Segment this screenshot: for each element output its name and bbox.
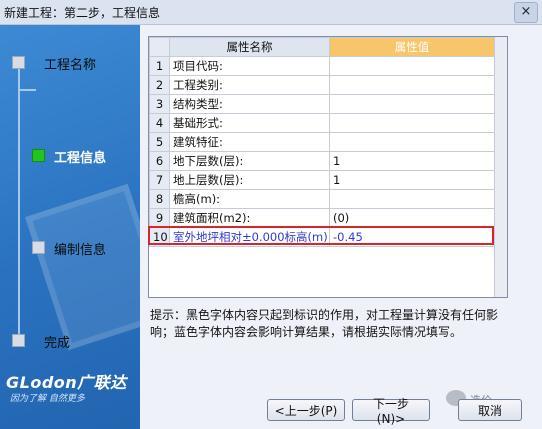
property-name-cell: 基础形式:	[169, 113, 330, 133]
window-title: 新建工程：第二步，工程信息	[4, 6, 161, 20]
step-marker-project-info	[32, 149, 45, 162]
property-name-cell: 地上层数(层):	[169, 170, 330, 190]
property-name-cell: 建筑面积(m2):	[169, 208, 330, 228]
table-row[interactable]: 3 结构类型:	[149, 94, 495, 114]
glodon-logo: GLodon广联达	[6, 373, 127, 392]
row-number: 3	[149, 94, 170, 114]
table-row[interactable]: 9 建筑面积(m2): (0)	[149, 208, 495, 228]
property-value-cell[interactable]	[329, 56, 495, 76]
next-step-button[interactable]: 下一步(N)>	[352, 397, 430, 426]
close-button[interactable]: ×	[514, 2, 538, 23]
step-finish: 完成	[44, 336, 71, 351]
property-value-cell[interactable]	[329, 132, 495, 152]
property-value-cell[interactable]: -0.45	[329, 227, 495, 247]
row-number: 5	[149, 132, 170, 152]
step-marker-project-name	[12, 56, 25, 69]
property-name-cell: 地下层数(层):	[169, 151, 330, 171]
row-number: 9	[149, 208, 170, 228]
property-name-cell: 结构类型:	[169, 94, 330, 114]
wizard-sidebar: 工程名称 工程信息 编制信息 完成 GLodon广联达 因为了解 自然更多	[0, 25, 140, 429]
property-value-cell[interactable]: (0)	[329, 208, 495, 228]
column-header-property-value[interactable]: 属性值	[329, 37, 495, 57]
step-marker-compile-info	[32, 241, 45, 254]
step-project-info: 工程信息	[54, 151, 107, 166]
property-name-cell: 项目代码:	[169, 56, 330, 76]
table-row-outdoor-elevation[interactable]: 10 室外地坪相对±0.000标高(m) -0.45	[149, 227, 495, 247]
property-value-cell[interactable]	[329, 94, 495, 114]
property-name-cell: 工程类别:	[169, 75, 330, 95]
logo-slogan: 因为了解 自然更多	[10, 394, 85, 404]
row-number: 2	[149, 75, 170, 95]
column-header-property-name[interactable]: 属性名称	[169, 37, 330, 57]
table-row[interactable]: 2 工程类别:	[149, 75, 495, 95]
step-compile-info: 编制信息	[54, 243, 107, 258]
property-name-cell: 建筑特征:	[169, 132, 330, 152]
property-value-cell[interactable]	[329, 189, 495, 209]
table-row[interactable]: 7 地上层数(层): 1	[149, 170, 495, 190]
step-marker-finish	[12, 334, 25, 347]
step-connector	[18, 63, 20, 343]
table-row[interactable]: 5 建筑特征:	[149, 132, 495, 152]
grid-corner-header	[149, 37, 170, 57]
property-value-cell[interactable]	[329, 113, 495, 133]
table-row[interactable]: 1 项目代码:	[149, 56, 495, 76]
row-number: 10	[149, 227, 170, 247]
prev-step-button[interactable]: <上一步(P)	[267, 399, 345, 421]
watermark-graphic	[25, 183, 140, 351]
table-row[interactable]: 6 地下层数(层): 1	[149, 151, 495, 171]
row-number: 8	[149, 189, 170, 209]
cancel-button[interactable]: 取消	[458, 399, 522, 421]
property-value-cell[interactable]: 1	[329, 151, 495, 171]
hint-text: 提示：黑色字体内容只起到标识的作用，对工程量计算没有任何影响；蓝色字体内容会影响…	[150, 308, 499, 339]
title-bar: 新建工程：第二步，工程信息 ×	[0, 0, 542, 25]
property-name-cell: 室外地坪相对±0.000标高(m)	[169, 227, 330, 247]
property-grid: 属性名称 属性值 1 项目代码: 2 工程类别: 3 结构类型: 4 基础形式: 5 建筑…	[148, 36, 508, 298]
table-row[interactable]: 4 基础形式:	[149, 113, 495, 133]
row-number: 6	[149, 151, 170, 171]
row-number: 1	[149, 56, 170, 76]
step-project-name: 工程名称	[44, 58, 97, 73]
table-row[interactable]: 8 檐高(m):	[149, 189, 495, 209]
row-number: 7	[149, 170, 170, 190]
property-value-cell[interactable]: 1	[329, 170, 495, 190]
step-connector-branch	[20, 89, 36, 91]
property-name-cell: 檐高(m):	[169, 189, 330, 209]
row-number: 4	[149, 113, 170, 133]
grid-scrollbar[interactable]	[494, 37, 507, 297]
property-value-cell[interactable]	[329, 75, 495, 95]
